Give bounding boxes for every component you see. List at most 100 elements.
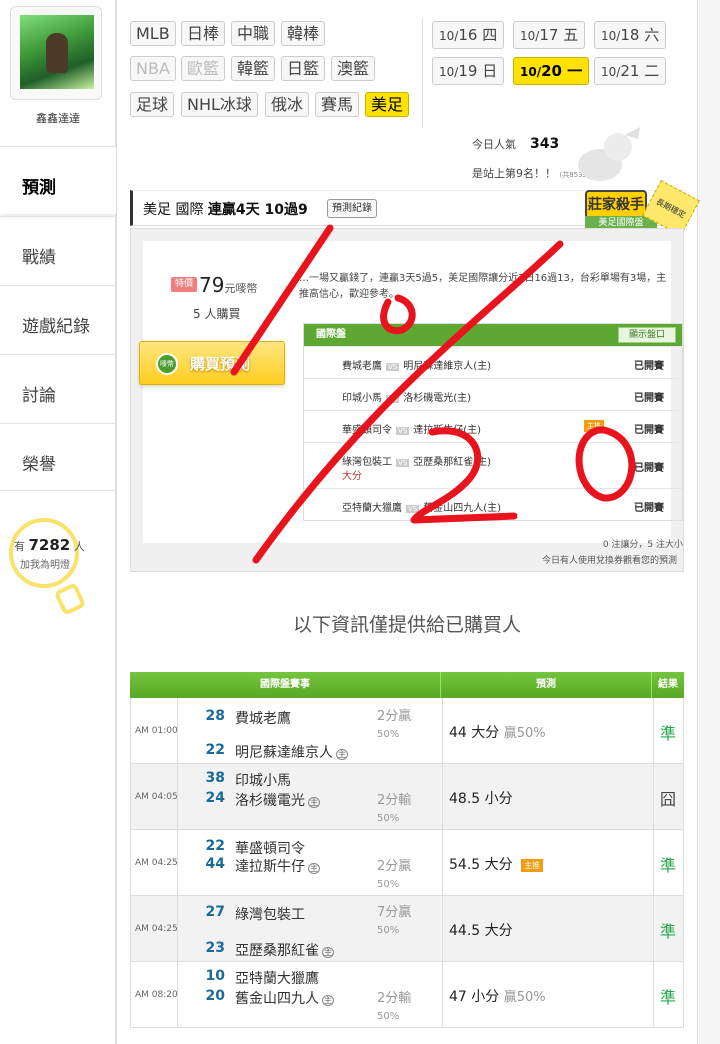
preview-status: 已開賽 bbox=[634, 393, 664, 404]
away-score: 27 bbox=[205, 904, 225, 920]
vs-icon: VS bbox=[396, 459, 410, 467]
handicap-pct: 50% bbox=[377, 813, 400, 824]
preview-row: 費城老鷹 VS 明尼蘇達維京人(主) 已開賽 bbox=[304, 346, 682, 378]
nav-item-discussion[interactable]: 討論 bbox=[0, 354, 116, 422]
date-1019[interactable]: 10/19 日 bbox=[432, 57, 505, 85]
handicap-text: 7分贏 bbox=[377, 905, 412, 920]
sport-tag-khl[interactable]: 俄冰 bbox=[265, 92, 310, 117]
follower-number: 7282 bbox=[28, 536, 71, 554]
sport-tag-soccer[interactable]: 足球 bbox=[130, 92, 175, 117]
date-month: 10/ bbox=[601, 29, 621, 43]
date-month: 10/ bbox=[520, 29, 540, 43]
handicap: 2分贏 50% bbox=[377, 708, 411, 743]
preview-row: 綠灣包裝工 VS 亞歷桑那紅雀(主) 大分 已開賽 bbox=[304, 442, 682, 488]
sport-tag-cpbl[interactable]: 中職 bbox=[231, 21, 276, 46]
prediction-preview: 特價 79元嘜幣 5 人購買 嘜幣 購買預測 …一場又贏錢了，連贏3天5過5，美… bbox=[130, 228, 684, 572]
pick: 44.5 大分 bbox=[449, 920, 513, 940]
divider bbox=[442, 896, 443, 962]
result: 囧 bbox=[659, 790, 676, 809]
show-odds-button[interactable]: 顯示盤口 bbox=[617, 327, 676, 343]
date-1018[interactable]: 10/18 六 bbox=[594, 21, 667, 49]
sport-tag-horse-racing[interactable]: 賽馬 bbox=[315, 92, 360, 117]
main-pick-tag: 主推 bbox=[584, 420, 604, 432]
divider bbox=[442, 962, 443, 1028]
popularity-today: 今日人氣 343 bbox=[472, 136, 559, 152]
col-header-match: 國際盤賽事 bbox=[130, 672, 441, 698]
date-month: 10/ bbox=[520, 65, 542, 79]
sport-tag-jbl[interactable]: 日籃 bbox=[281, 56, 326, 81]
sport-tag-kbo[interactable]: 韓棒 bbox=[281, 21, 326, 46]
home-team: 舊金山四九人主 bbox=[235, 988, 334, 1008]
preview-home: 印城小馬 bbox=[342, 393, 382, 404]
away-score: 38 bbox=[205, 770, 225, 786]
col-header-result: 結果 bbox=[658, 679, 678, 690]
date-day: 19 bbox=[458, 62, 478, 80]
handicap-text: 2分贏 bbox=[377, 859, 412, 874]
prediction-category: 美足 國際 bbox=[143, 202, 204, 218]
sale-tag: 特價 bbox=[171, 277, 197, 292]
home-team-name: 達拉斯牛仔 bbox=[235, 859, 305, 875]
preview-status: 已開賽 bbox=[634, 425, 664, 436]
sport-tag-npb[interactable]: 日棒 bbox=[181, 21, 226, 46]
date-1016[interactable]: 10/16 四 bbox=[432, 21, 505, 49]
sport-tag-nfl[interactable]: 美足 bbox=[365, 92, 410, 117]
table-row: AM 04:25 27 綠灣包裝工 23 亞歷桑那紅雀主 7分贏 50% 44.5 大分 準 bbox=[130, 896, 684, 962]
preview-sub: 大分 bbox=[342, 471, 362, 482]
home-mark-icon: 主 bbox=[336, 749, 348, 760]
buyers-only-note: 以下資訊僅提供給已購買人 bbox=[292, 614, 521, 636]
handicap: 2分贏 50% bbox=[377, 858, 411, 893]
record-button[interactable]: 預測紀錄 bbox=[327, 199, 377, 218]
date-weekday: 四 bbox=[482, 26, 498, 44]
pick-text: 47 小分 bbox=[449, 989, 500, 1005]
sport-tag-mlb[interactable]: MLB bbox=[130, 21, 176, 46]
prediction-streak: 連贏4天 10過9 bbox=[207, 202, 308, 218]
preview-table: 國際盤 顯示盤口 費城老鷹 VS 明尼蘇達維京人(主) 已開賽 印城小馬 VS 洛杉磯電光(… bbox=[303, 323, 683, 521]
home-team: 洛杉磯電光主 bbox=[235, 790, 320, 810]
preview-row: 亞特蘭大獵鷹 VS 舊金山四九人(主) 已開賽 bbox=[304, 488, 682, 520]
game-time: AM 01:00 bbox=[135, 726, 178, 736]
results-table-header: 國際盤賽事 預測 結果 bbox=[130, 672, 684, 698]
away-team: 印城小馬 bbox=[235, 773, 291, 789]
preview-away: 舊金山四九人(主) bbox=[423, 503, 502, 514]
home-score: 23 bbox=[205, 940, 225, 956]
follow-caption[interactable]: 加我為明燈 bbox=[20, 556, 70, 571]
date-1021[interactable]: 10/21 二 bbox=[594, 57, 667, 85]
date-weekday: 日 bbox=[482, 62, 498, 80]
username[interactable]: 鑫鑫達達 bbox=[0, 110, 116, 126]
nav-item-predict[interactable]: 預測 bbox=[0, 146, 116, 214]
home-team: 亞歷桑那紅雀主 bbox=[235, 940, 334, 960]
avatar[interactable] bbox=[20, 15, 94, 89]
handicap: 2分輸 50% bbox=[377, 990, 411, 1025]
avatar-frame[interactable] bbox=[10, 6, 102, 100]
sport-tag-nhl[interactable]: NHL冰球 bbox=[181, 92, 258, 117]
nav-item-honor[interactable]: 榮譽 bbox=[0, 423, 116, 491]
sport-tag-nbl[interactable]: 澳籃 bbox=[331, 56, 376, 81]
home-team-name: 舊金山四九人 bbox=[235, 991, 319, 1007]
handicap: 7分贏 50% bbox=[377, 904, 411, 939]
handicap-text: 2分輸 bbox=[377, 991, 412, 1006]
popularity-label: 今日人氣 bbox=[472, 138, 516, 151]
away-score: 28 bbox=[205, 708, 225, 724]
home-mark-icon: 主 bbox=[308, 863, 320, 874]
buy-label: 購買預測 bbox=[190, 355, 251, 373]
buy-prediction-button[interactable]: 嘜幣 購買預測 bbox=[139, 341, 285, 385]
away-team: 華盛頓司令 bbox=[235, 841, 305, 857]
home-mark-icon: 主 bbox=[322, 995, 334, 1006]
nav-item-game-history[interactable]: 遊戲紀錄 bbox=[0, 285, 116, 353]
preview-row: 印城小馬 VS 洛杉磯電光(主) 已開賽 bbox=[304, 378, 682, 410]
pick: 54.5 大分 主推 bbox=[449, 854, 544, 874]
results-rows: AM 01:00 28 費城老鷹 22 明尼蘇達維京人主 2分贏 50% 44 大分 贏50%… bbox=[130, 698, 684, 1028]
date-weekday: 五 bbox=[563, 26, 579, 44]
date-weekday: 六 bbox=[644, 26, 660, 44]
preview-status: 已開賽 bbox=[634, 463, 664, 474]
nav-item-record[interactable]: 戰績 bbox=[0, 216, 116, 284]
date-1020[interactable]: 10/20 一 bbox=[513, 57, 590, 85]
follower-count[interactable]: 有 7282 人 bbox=[14, 536, 85, 554]
sport-tag-kbl[interactable]: 韓籃 bbox=[231, 56, 276, 81]
pick-text: 48.5 小分 bbox=[449, 791, 513, 807]
sport-tag-euro-basketball: 歐籃 bbox=[181, 56, 226, 81]
preview-away: 洛杉磯電光(主) bbox=[403, 393, 472, 404]
home-score: 20 bbox=[205, 988, 225, 1004]
date-1017[interactable]: 10/17 五 bbox=[513, 21, 586, 49]
preview-away: 明尼蘇達維京人(主) bbox=[403, 361, 492, 372]
